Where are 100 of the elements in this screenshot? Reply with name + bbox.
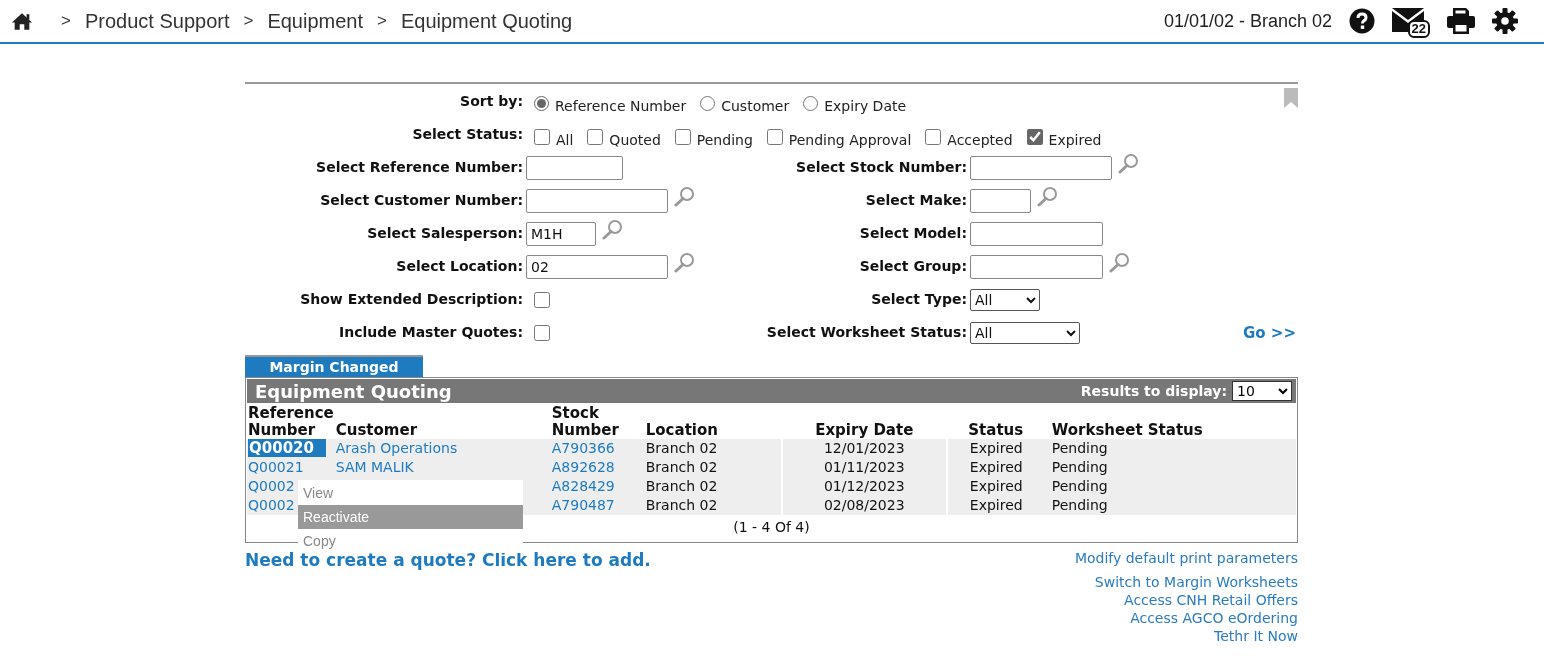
checkbox[interactable] [766, 128, 783, 145]
option-label: All [556, 131, 574, 148]
option-label: Pending [696, 131, 753, 148]
breadcrumb-separator: > [377, 11, 387, 31]
table-cell: Pending [1051, 478, 1108, 494]
go-link[interactable]: Go >> [1243, 323, 1296, 342]
radio-button[interactable] [803, 95, 819, 111]
column-header: Customer [335, 421, 418, 439]
checkbox[interactable] [534, 324, 550, 341]
breadcrumb-link[interactable]: Equipment Quoting [400, 9, 573, 33]
field-label: Sort by: [459, 91, 523, 111]
input-field[interactable] [970, 254, 1103, 279]
breadcrumb-separator: > [243, 11, 254, 31]
table-cell: Pending [1051, 459, 1108, 475]
branch-date: 01/01/02 - Branch 02 [1163, 10, 1332, 32]
table-cell: 12/01/2023 [823, 440, 905, 456]
search-icon[interactable] [674, 186, 695, 207]
home-icon[interactable] [11, 11, 33, 31]
table-cell: Pending [1051, 497, 1108, 513]
table-cell: Pending [1051, 440, 1108, 456]
side-link[interactable]: Tethr It Now [1214, 627, 1298, 645]
column-header: Worksheet Status [1051, 421, 1203, 439]
option-label: Accepted [947, 131, 1013, 148]
side-link[interactable]: Modify default print parameters [1074, 549, 1298, 567]
field-label: Select Group: [858, 257, 967, 276]
option-label: Expiry Date [824, 98, 907, 114]
table-title: Equipment Quoting [255, 380, 452, 402]
field-label: Select Salesperson: [366, 224, 523, 243]
checkbox[interactable] [1026, 128, 1043, 145]
search-icon[interactable] [674, 252, 695, 273]
option-label: Expired [1048, 131, 1102, 148]
field-label: Show Extended Description: [299, 290, 523, 309]
input-field[interactable] [526, 155, 623, 180]
side-link[interactable]: Switch to Margin Worksheets [1094, 573, 1298, 591]
menu-item[interactable]: View [298, 481, 523, 505]
breadcrumb-link[interactable]: Equipment [267, 9, 364, 33]
input-field[interactable]: M1H [526, 221, 596, 246]
menu-item[interactable]: Reactivate [298, 505, 523, 529]
help-icon[interactable] [1349, 8, 1375, 34]
table-cell: Branch 02 [645, 478, 718, 494]
field-label: Select Stock Number: [795, 158, 967, 177]
checkbox[interactable] [674, 128, 691, 145]
column-header: Number [248, 421, 316, 439]
field-label: Select Reference Number: [315, 158, 523, 177]
field-label: Include Master Quotes: [338, 323, 523, 342]
table-cell: Branch 02 [645, 497, 718, 513]
column-header: Reference [248, 404, 334, 422]
column-header: Expiry Date [815, 421, 914, 439]
search-icon[interactable] [602, 219, 623, 240]
dropdown[interactable]: All [970, 288, 1040, 311]
checkbox[interactable] [587, 128, 604, 145]
option-label: Reference Number [555, 98, 687, 114]
radio-button[interactable] [534, 95, 549, 111]
checkbox[interactable] [534, 291, 550, 308]
field-label: Select Type: [870, 290, 967, 309]
input-field[interactable] [970, 155, 1112, 180]
bookmark-icon[interactable] [1284, 88, 1298, 108]
settings-icon[interactable] [1492, 8, 1518, 34]
search-icon[interactable] [1109, 252, 1130, 273]
field-label: Select Model: [858, 224, 967, 243]
column-header: Location [645, 421, 718, 439]
table-cell: 01/12/2023 [823, 478, 905, 494]
results-label: Results to display: [1080, 383, 1227, 399]
input-field[interactable]: 02 [526, 254, 668, 279]
table-cell: Expired [969, 459, 1023, 475]
reference-link[interactable]: Q00020 [248, 439, 326, 457]
side-link[interactable]: Access CNH Retail Offers [1124, 591, 1298, 609]
field-label: Select Make: [864, 191, 967, 210]
table-cell: Expired [969, 497, 1023, 513]
table-cell: 01/11/2023 [823, 459, 905, 475]
tab[interactable]: Margin Changed [245, 355, 423, 377]
printer-icon[interactable] [1447, 8, 1475, 34]
table-cell: Expired [969, 478, 1023, 494]
option-label: Customer [721, 98, 790, 114]
field-label: Select Worksheet Status: [765, 323, 967, 342]
pagination-text: (1 - 4 Of 4) [733, 519, 810, 535]
field-label: Select Customer Number: [319, 191, 523, 210]
table-cell: Branch 02 [645, 459, 718, 475]
column-header: Number [551, 421, 619, 439]
option-label: Pending Approval [788, 131, 912, 148]
radio-button[interactable] [700, 95, 716, 111]
breadcrumb-link[interactable]: Product Support [84, 9, 230, 33]
add-quote-link[interactable]: Need to create a quote? Click here to add. [245, 550, 651, 570]
checkbox[interactable] [925, 128, 942, 145]
input-field[interactable] [526, 188, 668, 213]
column-header: Stock [551, 404, 599, 422]
search-icon[interactable] [1118, 153, 1139, 174]
input-field[interactable] [970, 221, 1103, 246]
dropdown[interactable]: All [970, 321, 1080, 344]
table-cell: Branch 02 [645, 440, 718, 456]
breadcrumb-separator: > [61, 11, 71, 31]
results-dropdown[interactable]: 10 [1232, 381, 1292, 401]
table-cell: 02/08/2023 [823, 497, 905, 513]
table-cell: Expired [969, 440, 1023, 456]
input-field[interactable] [970, 188, 1031, 213]
checkbox[interactable] [534, 128, 550, 145]
menu-item[interactable]: Copy [298, 529, 523, 553]
side-link[interactable]: Access AGCO eOrdering [1130, 609, 1298, 627]
column-header: Status [968, 421, 1024, 439]
search-icon[interactable] [1037, 186, 1058, 207]
